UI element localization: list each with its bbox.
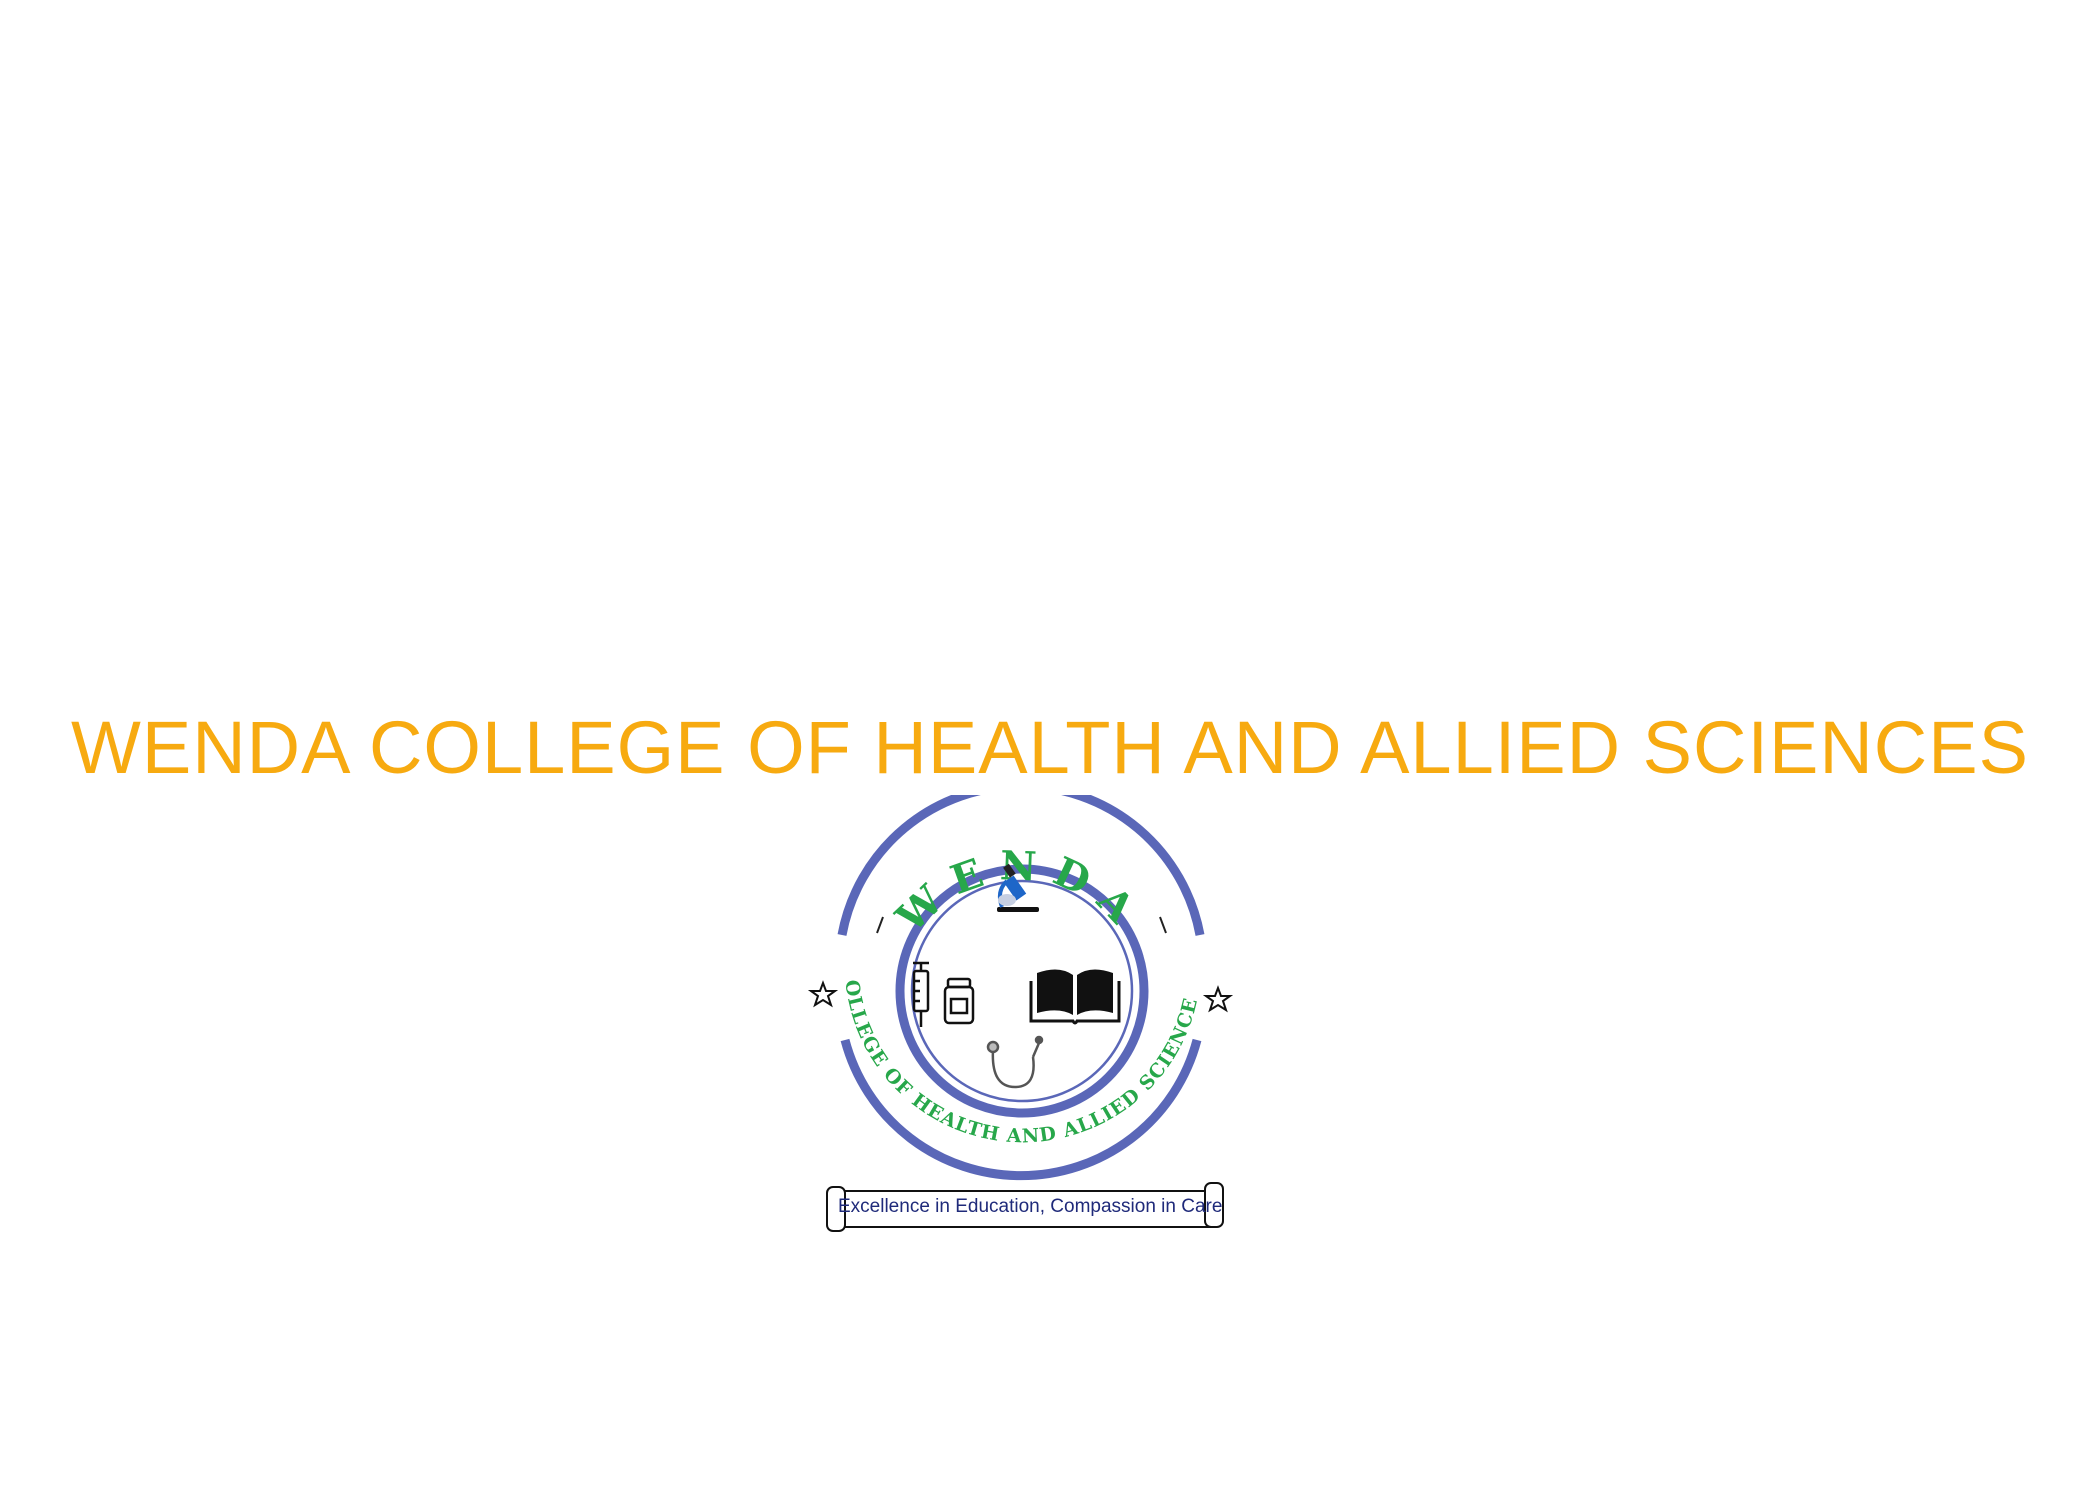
book-icon (1029, 969, 1121, 1025)
star-icon (807, 980, 839, 1008)
slash-left (876, 916, 884, 934)
page: WENDA COLLEGE OF HEALTH AND ALLIED SCIEN… (0, 0, 2100, 1500)
college-logo: WENDA COLLEGE OF HEALTH AND ALLIED SCIEN… (805, 795, 1234, 1232)
medicine-bottle-icon (943, 977, 975, 1025)
motto-text: Excellence in Education, Compassion in C… (838, 1196, 1223, 1217)
star-icon (1202, 985, 1234, 1013)
stethoscope-icon (986, 1035, 1044, 1089)
page-title: WENDA COLLEGE OF HEALTH AND ALLIED SCIEN… (71, 706, 2029, 789)
slash-right (1159, 916, 1167, 934)
outer-ring-bottom (840, 1038, 1202, 1181)
